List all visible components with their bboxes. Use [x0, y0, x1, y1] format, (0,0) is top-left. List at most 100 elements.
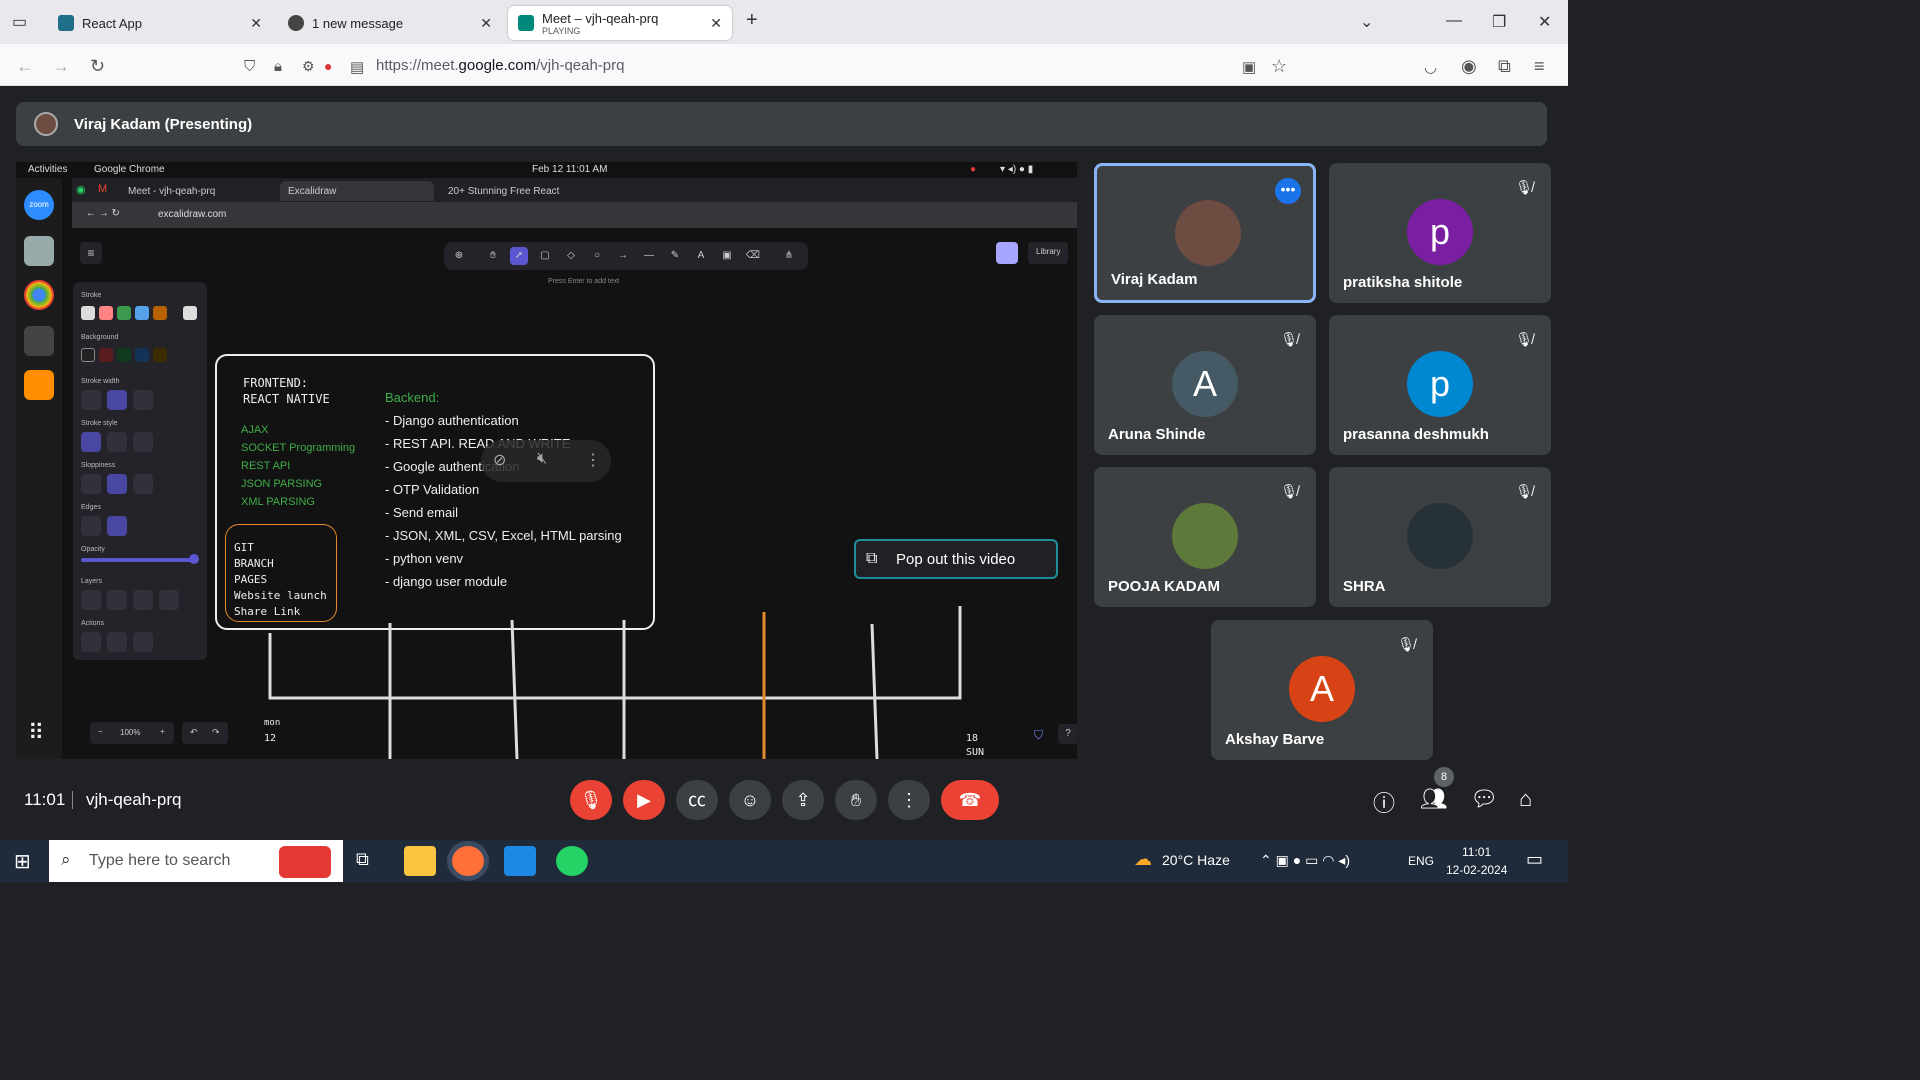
restore-icon[interactable]: ❐	[1492, 12, 1506, 32]
inner-chrome-tabs: ◉ M Meet - vjh-qeah-prq Excalidraw 20+ S…	[72, 178, 1077, 202]
camera-off-button[interactable]: ▶︎	[623, 780, 665, 820]
search-highlight-icon	[279, 846, 331, 878]
weather-icon[interactable]: ☁	[1134, 849, 1152, 870]
tab-new-message[interactable]: 1 new message ✕	[278, 6, 502, 40]
calendar-mon: mon	[264, 718, 281, 728]
shield-icon[interactable]: ⛉	[244, 58, 255, 75]
files-app-icon[interactable]	[24, 236, 54, 266]
account-icon[interactable]: ◉	[1461, 56, 1477, 77]
calendar-sun: SUN	[966, 747, 985, 758]
undo-icon[interactable]: ↶	[190, 727, 198, 738]
close-tab-icon[interactable]: ✕	[480, 15, 492, 32]
tab-list-icon[interactable]: ▭	[12, 12, 27, 32]
tab-title-group: Meet – vjh-qeah-prq PLAYING	[542, 11, 658, 36]
participant-tile[interactable]: A 🎙︎̸ Aruna Shinde	[1094, 315, 1316, 455]
zoom-level[interactable]: 100%	[120, 728, 140, 737]
pocket-icon[interactable]: ◡	[1424, 58, 1437, 76]
task-view-icon[interactable]: ⧉	[356, 849, 369, 870]
whatsapp-tab-icon[interactable]: ◉	[76, 183, 86, 196]
close-window-icon[interactable]: ✕	[1538, 12, 1551, 32]
help-icon[interactable]: ?	[1058, 724, 1077, 744]
sublime-app-icon[interactable]	[24, 370, 54, 400]
avatar	[1172, 503, 1238, 569]
inner-tab-meet[interactable]: Meet - vjh-qeah-prq	[120, 181, 274, 201]
back-icon[interactable]: ←	[16, 56, 34, 77]
minimize-icon[interactable]: —	[1446, 12, 1462, 30]
zoom-in-icon[interactable]: +	[160, 727, 165, 736]
language-indicator[interactable]: ENG	[1408, 854, 1434, 868]
undo-redo-controls: ↶ ↷	[182, 722, 228, 744]
raise-hand-button[interactable]: ✋︎	[835, 780, 877, 820]
participant-tile[interactable]: A 🎙︎̸ Akshay Barve	[1211, 620, 1433, 760]
reader-icon[interactable]: ▤	[350, 58, 364, 76]
app-grid-icon[interactable]: ⠿	[28, 720, 44, 746]
meeting-info-icon[interactable]: ⓘ	[1373, 786, 1395, 818]
permissions-icon[interactable]: ⚙	[302, 58, 315, 75]
taskbar-search[interactable]: ⌕ Type here to search	[49, 840, 343, 882]
captions-button[interactable]: ㏄	[676, 780, 718, 820]
participant-tile[interactable]: p 🎙︎̸ pratiksha shitole	[1329, 163, 1551, 303]
inner-tab-excalidraw[interactable]: Excalidraw	[280, 181, 434, 201]
zoom-out-icon[interactable]: −	[98, 727, 103, 736]
message-favicon-icon	[288, 15, 304, 31]
mic-off-icon: 🎙︎̸	[1515, 331, 1533, 347]
react-app-favicon-icon	[58, 15, 74, 31]
close-tab-icon[interactable]: ✕	[250, 15, 262, 32]
more-options-icon[interactable]: •••	[1275, 178, 1301, 204]
tray-icons[interactable]: ⌃ ▣ ● ▭ ◠ ◂)	[1260, 852, 1350, 869]
close-tab-icon[interactable]: ✕	[710, 15, 722, 32]
participant-tile[interactable]: 🎙︎̸ POOJA KADAM	[1094, 467, 1316, 607]
activities-icon[interactable]: ⌂	[1519, 786, 1532, 812]
microphone-icon[interactable]: ●	[324, 58, 332, 74]
menu-icon[interactable]: ≡	[1534, 56, 1545, 77]
mic-off-icon: 🎙︎̸	[1280, 331, 1298, 347]
bookmark-star-icon[interactable]: ☆	[1271, 56, 1287, 77]
taskbar-time[interactable]: 11:01	[1462, 845, 1491, 859]
new-tab-icon[interactable]: +	[746, 9, 758, 32]
excalidraw-canvas[interactable]: ≡ ⊕ ✋︎ ➚ ▢ ◇ ○ → — ✎ A ▣ ⌫ ⋔ Press Enter…	[72, 228, 1077, 759]
url-prefix: https://meet.	[376, 57, 459, 74]
notifications-icon[interactable]: ▭	[1526, 849, 1543, 870]
file-explorer-icon[interactable]	[404, 846, 436, 876]
people-icon[interactable]: 👥︎	[1420, 786, 1448, 812]
participant-tile[interactable]: p 🎙︎̸ prasanna deshmukh	[1329, 315, 1551, 455]
pop-out-label: Pop out this video	[896, 550, 1016, 568]
address-bar[interactable]: https://meet.google.com/vjh-qeah-prq	[376, 57, 625, 74]
weather-text[interactable]: 20°C Haze	[1162, 852, 1230, 868]
shield-check-icon[interactable]: ⛉	[1034, 728, 1043, 743]
emoji-button[interactable]: ☺	[729, 780, 771, 820]
gmail-tab-icon[interactable]: M	[98, 183, 107, 195]
chat-icon[interactable]: 💬︎	[1470, 786, 1498, 812]
redo-icon[interactable]: ↷	[212, 727, 220, 738]
forward-icon[interactable]: →	[52, 56, 70, 77]
reload-icon[interactable]: ↻	[90, 56, 105, 77]
whatsapp-icon[interactable]	[556, 846, 588, 876]
zoom-app-icon[interactable]: zoom	[24, 190, 54, 220]
chrome-app-icon[interactable]	[24, 280, 54, 310]
firefox-icon[interactable]	[452, 846, 484, 876]
participant-name: Akshay Barve	[1225, 731, 1325, 748]
extensions-icon[interactable]: ⧉	[1498, 56, 1511, 77]
inner-url[interactable]: excalidraw.com	[158, 209, 226, 220]
windows-start-icon[interactable]: ⊞	[14, 849, 31, 874]
tab-overflow-chevron-icon[interactable]: ⌄	[1360, 12, 1373, 32]
present-button[interactable]: ⇪	[782, 780, 824, 820]
screen-share-icon[interactable]: ▣	[1242, 58, 1256, 76]
gnome-datetime: Feb 12 11:01 AM	[532, 164, 608, 175]
tab-react-app[interactable]: React App ✕	[48, 6, 272, 40]
lock-icon[interactable]: 🔒︎	[274, 58, 282, 75]
taskbar-date[interactable]: 12-02-2024	[1446, 863, 1507, 877]
inner-nav-arrows-icon[interactable]: ← → ↻	[86, 208, 120, 219]
pop-out-video-button[interactable]: ⧉ Pop out this video	[854, 539, 1058, 579]
inner-tab-react[interactable]: 20+ Stunning Free React	[440, 181, 594, 201]
tab-meet[interactable]: Meet – vjh-qeah-prq PLAYING ✕	[508, 6, 732, 40]
calendar-divider	[388, 619, 879, 759]
leave-call-button[interactable]: ☎︎	[941, 780, 999, 820]
terminal-app-icon[interactable]	[24, 326, 54, 356]
participant-tile[interactable]: 🎙︎̸ SHRA	[1329, 467, 1551, 607]
participant-tile[interactable]: ••• Viraj Kadam	[1094, 163, 1316, 303]
mic-off-button[interactable]: 🎙︎	[570, 780, 612, 820]
participant-name: Aruna Shinde	[1108, 426, 1206, 443]
vscode-icon[interactable]	[504, 846, 536, 876]
more-options-button[interactable]: ⋮	[888, 780, 930, 820]
